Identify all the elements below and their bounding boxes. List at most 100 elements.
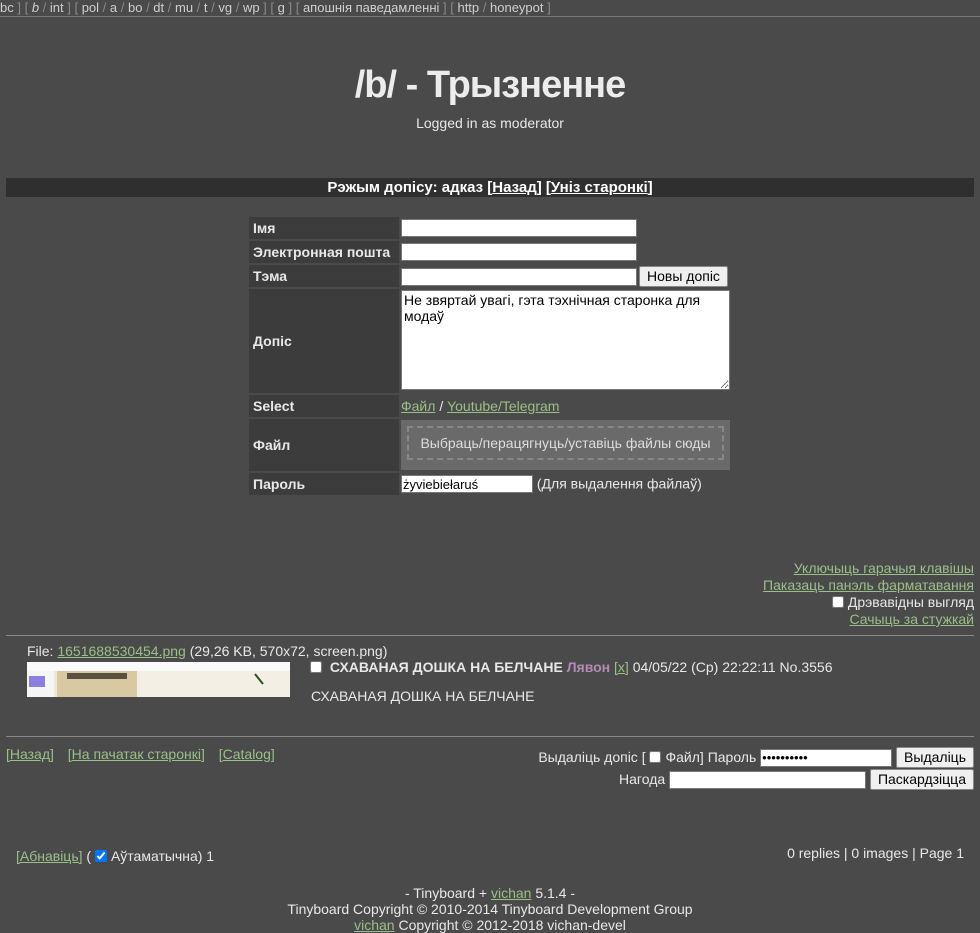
board-group-bracket: ] [63,0,71,15]
select-label: Select [249,395,399,417]
board-link-bo[interactable]: bo [128,0,142,15]
refresh-paren: ( [86,848,92,864]
file-prefix: File: [27,643,54,659]
footer-version: 5.1.4 - [535,885,576,901]
board-link-dt[interactable]: dt [153,0,164,15]
select-separator: / [439,398,444,414]
footer-vichan-link[interactable]: vichan [491,885,531,901]
board-group-bracket: [ [266,0,278,15]
post-thumbnail[interactable] [27,662,290,697]
delete-prefix: Выдаліць допіс [ [538,749,646,765]
post-mode-label: Рэжым допісу: адказ [327,179,484,196]
enable-hotkeys-link[interactable]: Уключыць гарачыя клавішы [794,560,974,576]
post-delete-link[interactable]: [x] [614,659,629,675]
board-link-mu[interactable]: mu [175,0,193,15]
auto-refresh-label: Аўтаматычна) [110,848,203,864]
post-subject: СХАВАНАЯ ДОШКА НА БЕЛЧАНЕ [329,659,563,675]
bottom-top-link[interactable]: [На пачатак старонкі] [68,746,205,762]
back-link[interactable]: Назад [492,179,536,196]
file-dropzone[interactable]: Выбраць/перацягнуць/уставіць файлы сюды [401,420,730,470]
file-label: Файл [249,419,399,471]
dropzone-text: Выбраць/перацягнуць/уставіць файлы сюды [407,426,724,460]
board-separator: / [479,0,490,15]
delete-form: Выдаліць допіс [ Файл] Пароль Выдаліць Н… [538,746,974,790]
delete-file-label: Файл] [665,749,704,765]
comment-textarea[interactable]: Не звяртай увагі, гэта тэхнічная старонк… [401,289,730,390]
password-hint: (Для выдалення файлаў) [536,475,702,492]
tree-view-checkbox[interactable] [831,596,844,608]
email-input[interactable] [401,243,637,261]
name-label: Імя [249,217,399,239]
board-link-int[interactable]: int [50,0,64,15]
footer-tinyboard-copyright: Tinyboard Copyright © 2010-2014 Tinyboar… [287,901,693,917]
comment-label: Допіс [249,289,399,393]
board-link-pol[interactable]: pol [82,0,99,15]
board-link-апошнія-паведамленні[interactable]: апошнія паведамленні [303,0,439,15]
board-link-http[interactable]: http [457,0,479,15]
footer-prefix: - Tinyboard + [404,885,488,901]
page-subtitle: Logged in as moderator [416,115,564,131]
refresh-counter: 1 [206,848,215,864]
post-body: СХАВАНАЯ ДОШКА НА БЕЛЧАНЕ [311,688,535,704]
board-separator: / [164,0,175,15]
board-group-bracket: ] [13,0,21,15]
footer-vichan-copyright: Copyright © 2012-2018 vichan-devel [398,917,626,933]
post-number[interactable]: No.3556 [780,659,833,675]
file-link[interactable]: 1651688530454.png [57,643,185,659]
subject-input[interactable] [401,267,637,286]
catalog-link[interactable]: [Catalog] [219,746,275,762]
post-form: Імя Электронная пошта Тэма Новы допіс До… [249,215,730,497]
name-input[interactable] [401,219,637,237]
delete-password-label: Пароль [707,749,757,765]
thumbnail-image [27,662,290,697]
show-formatting-link[interactable]: Паказаць панэль фарматавання [763,577,974,593]
bottom-nav: [Назад] [На пачатак старонкі] [Catalog] [6,746,285,762]
board-link-honeypot[interactable]: honeypot [490,0,544,15]
post-intro: СХАВАНАЯ ДОШКА НА БЕЛЧАНЕ Лявон [x] 04/0… [310,659,832,675]
thread-stats: 0 replies | 0 images | Page 1 [787,845,964,861]
post-author: Лявон [566,659,611,675]
page-bottom-link[interactable]: Уніз старонкі [551,179,648,196]
board-link-g[interactable]: g [278,0,285,15]
refresh-link[interactable]: [Абнавіць] [16,848,83,864]
new-post-button[interactable]: Новы допіс [639,265,728,287]
board-link-b[interactable]: b [32,0,39,15]
board-link-bc[interactable]: bc [0,0,14,15]
password-input[interactable] [401,475,533,493]
delete-button[interactable]: Выдаліць [896,746,974,768]
board-link-vg[interactable]: vg [218,0,232,15]
board-group-bracket: [ [70,0,82,15]
board-group-bracket: ] [439,0,447,15]
delete-password-input[interactable] [760,748,893,767]
board-group-bracket: ] [259,0,267,15]
board-group-bracket: [ [20,0,32,15]
reason-input[interactable] [669,770,867,789]
tree-view-label: Дрэвавідны выгляд [847,594,974,610]
post-mode-bar: Рэжым допісу: адказ [Назад] [Уніз старон… [6,178,974,197]
board-list: bc ] [ b / int ] [ pol / a / bo / dt / m… [0,0,980,17]
auto-refresh-checkbox[interactable] [94,850,107,862]
file-info: File: 1651688530454.png (29,26 KB, 570x7… [27,643,387,659]
select-youtube-link[interactable]: Youtube/Telegram [447,398,559,414]
board-separator: / [142,0,154,15]
board-link-wp[interactable]: wp [243,0,260,15]
password-label: Пароль [249,473,399,495]
post-date: 04/05/22 (Ср) 22:22:11 [632,659,776,675]
delete-file-only-checkbox[interactable] [649,751,662,763]
footer: - Tinyboard + vichan 5.1.4 - Tinyboard C… [0,885,980,933]
bottom-back-link[interactable]: [Назад] [6,746,54,762]
report-button[interactable]: Паскардзіцца [869,768,974,790]
select-file-link[interactable]: Файл [401,398,435,414]
page-title: /b/ - Трызненне [354,64,627,106]
subject-label: Тэма [249,265,399,287]
board-group-bracket: [ [446,0,458,15]
board-separator: / [39,0,50,15]
board-group-bracket: [ [292,0,303,15]
divider [6,736,974,737]
post-select-checkbox[interactable] [310,661,322,673]
divider [6,635,974,636]
watch-thread-link[interactable]: Сачыць за стужкай [849,611,974,627]
board-separator: / [117,0,128,15]
footer-vichan-link-2[interactable]: vichan [354,917,394,933]
board-separator: / [232,0,243,15]
